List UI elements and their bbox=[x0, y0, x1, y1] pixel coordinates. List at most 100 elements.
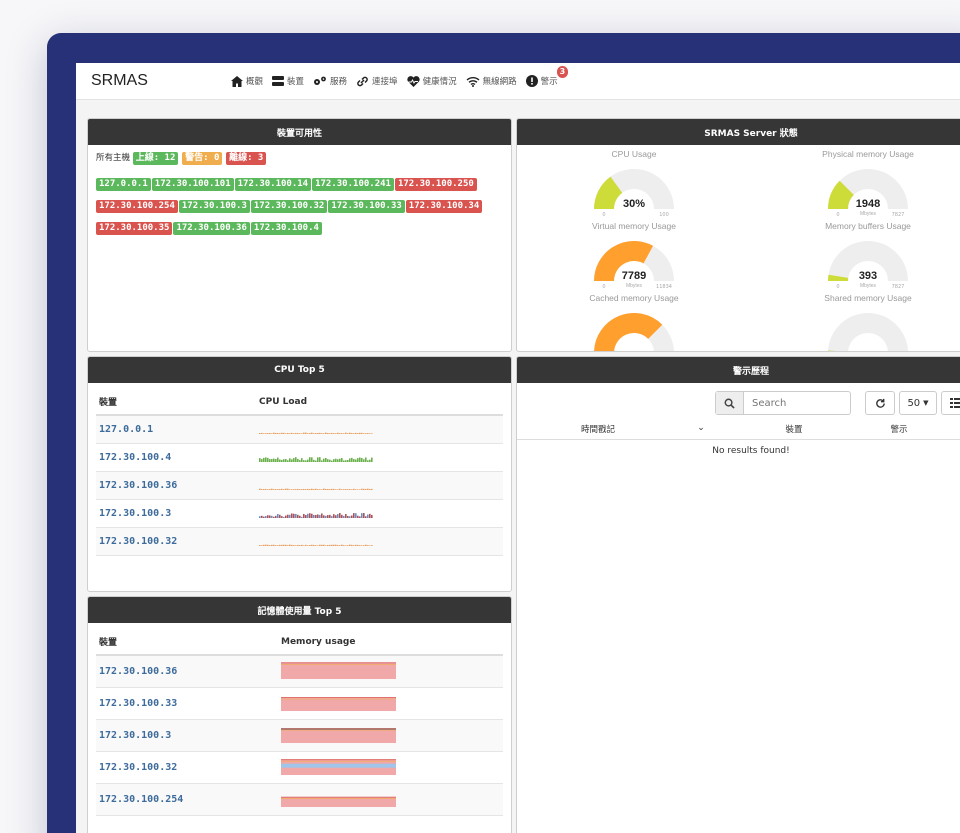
search-box bbox=[715, 391, 851, 415]
host-tag[interactable]: 127.0.0.1 bbox=[96, 178, 151, 191]
gauge-fill bbox=[594, 313, 663, 351]
memory-chart bbox=[281, 697, 396, 711]
col-device: 裝置 bbox=[96, 629, 278, 656]
server-icon bbox=[272, 76, 285, 86]
gauge-unit: Mbytes bbox=[626, 283, 643, 289]
warn-count-badge[interactable]: 警告: 0 bbox=[182, 152, 223, 165]
gauge-arc bbox=[828, 313, 908, 351]
alert-history-panel: 警示歷程 50 ▼ 時 bbox=[516, 356, 960, 833]
table-row[interactable]: 172.30.100.32 bbox=[96, 751, 503, 784]
table-row[interactable]: 172.30.100.33 bbox=[96, 687, 503, 720]
gauge-arc: 1948Mbytes 0 7827 bbox=[828, 169, 908, 217]
gauge-value: 30% bbox=[623, 198, 645, 210]
memory-usage-cell bbox=[278, 655, 503, 688]
table-row[interactable]: 127.0.0.1 bbox=[96, 415, 503, 444]
gauge-title: CPU Usage bbox=[611, 149, 657, 159]
table-row[interactable]: 172.30.100.3 bbox=[96, 499, 503, 528]
device-link[interactable]: 172.30.100.32 bbox=[96, 527, 256, 556]
nav-item-server[interactable]: 裝置 bbox=[272, 75, 304, 87]
cpu-load-cell bbox=[256, 443, 503, 472]
page-size-dropdown[interactable]: 50 ▼ bbox=[899, 391, 937, 415]
table-row[interactable]: 172.30.100.36 bbox=[96, 655, 503, 688]
search-input[interactable] bbox=[744, 397, 850, 409]
cpu-sparkline bbox=[259, 488, 373, 490]
nav-label: 服務 bbox=[330, 77, 348, 87]
host-tag[interactable]: 172.30.100.34 bbox=[405, 200, 483, 213]
gauge-max: 7827 bbox=[892, 212, 905, 217]
gauge-arc: 393Mbytes 0 7827 bbox=[828, 241, 908, 289]
memory-usage-cell bbox=[278, 719, 503, 752]
wifi-icon bbox=[466, 76, 480, 87]
host-tag[interactable]: 172.30.100.32 bbox=[250, 200, 328, 213]
nav-item-heartbeat[interactable]: 健康情況 bbox=[406, 75, 457, 87]
device-link[interactable]: 172.30.100.36 bbox=[96, 655, 278, 688]
gauge-arc: 7789Mbytes 0 11834 bbox=[594, 241, 674, 289]
memory-usage-cell bbox=[278, 687, 503, 720]
gauge-fill bbox=[828, 180, 855, 210]
device-link[interactable]: 172.30.100.3 bbox=[96, 719, 278, 752]
host-tag[interactable]: 172.30.100.241 bbox=[312, 178, 394, 191]
device-link[interactable]: 172.30.100.36 bbox=[96, 471, 256, 500]
table-row[interactable]: 172.30.100.254 bbox=[96, 783, 503, 816]
host-tag[interactable]: 172.30.100.35 bbox=[96, 222, 173, 235]
host-tag[interactable]: 172.30.100.3 bbox=[178, 200, 250, 213]
nav-item-wifi[interactable]: 無線網路 bbox=[466, 75, 517, 87]
columns-toggle-button[interactable] bbox=[941, 391, 960, 415]
host-tag[interactable]: 172.30.100.254 bbox=[96, 200, 178, 213]
host-tag[interactable]: 172.30.100.101 bbox=[151, 178, 234, 191]
gauge-memory-buffers-usage: Memory buffers Usage 393 Mbytes 0 7827 bbox=[751, 221, 960, 289]
brand-logo[interactable]: SRMAS bbox=[91, 72, 231, 90]
col-device: 裝置 bbox=[96, 389, 256, 416]
nav-item-alert[interactable]: 警示 3 bbox=[525, 66, 569, 87]
memory-top-panel: 記憶體使用量 Top 5 裝置 Memory usage 172.30.100.… bbox=[87, 596, 512, 833]
sort-chevron-icon[interactable]: ⌄ bbox=[673, 423, 729, 435]
host-tag[interactable]: 172.30.100.4 bbox=[250, 222, 322, 235]
nav-item-home[interactable]: 概觀 bbox=[231, 75, 263, 87]
table-row[interactable]: 172.30.100.4 bbox=[96, 443, 503, 472]
host-summary: 所有主機 上線: 12 警告: 0 離線: 3 bbox=[96, 151, 503, 167]
table-row[interactable]: 172.30.100.32 bbox=[96, 527, 503, 556]
gauge-physical-memory-usage: Physical memory Usage 1948 Mbytes 0 7827 bbox=[751, 149, 960, 217]
all-hosts-label: 所有主機 bbox=[96, 153, 131, 163]
host-tag[interactable]: 172.30.100.250 bbox=[394, 178, 477, 191]
availability-title: 裝置可用性 bbox=[88, 119, 511, 145]
device-link[interactable]: 172.30.100.32 bbox=[96, 751, 278, 784]
host-tag[interactable]: 172.30.100.33 bbox=[328, 200, 405, 213]
device-link[interactable]: 127.0.0.1 bbox=[96, 415, 256, 444]
memory-usage-cell bbox=[278, 751, 503, 784]
refresh-button[interactable] bbox=[865, 391, 895, 415]
device-link[interactable]: 172.30.100.254 bbox=[96, 783, 278, 816]
gauge-unit: Mbytes bbox=[860, 211, 877, 217]
gears-icon bbox=[313, 76, 327, 86]
down-count-badge[interactable]: 離線: 3 bbox=[226, 152, 267, 165]
list-icon bbox=[949, 398, 960, 408]
table-row[interactable]: 172.30.100.3 bbox=[96, 719, 503, 752]
gauge-shared-memory-usage: Shared memory Usage bbox=[751, 293, 960, 351]
host-tag-list: 127.0.0.1 172.30.100.101 172.30.100.14 172.… bbox=[96, 171, 503, 237]
alert-table-header: 時間戳記 ⌄ 裝置 警示 bbox=[517, 419, 960, 440]
page-size-value: 50 bbox=[907, 397, 921, 409]
device-link[interactable]: 172.30.100.4 bbox=[96, 443, 256, 472]
device-link[interactable]: 172.30.100.33 bbox=[96, 687, 278, 720]
memory-top-title: 記憶體使用量 Top 5 bbox=[88, 597, 511, 623]
cpu-top-table: 裝置 CPU Load 127.0.0.1 172.30.100.4 172.30.… bbox=[96, 389, 503, 556]
nav-item-link[interactable]: 連接埠 bbox=[356, 75, 398, 87]
table-row[interactable]: 172.30.100.36 bbox=[96, 471, 503, 500]
gauge-title: Cached memory Usage bbox=[589, 293, 679, 303]
gauge-title: Virtual memory Usage bbox=[592, 221, 676, 231]
server-status-panel: SRMAS Server 狀態 CPU Usage 30% 0 100 Physical… bbox=[516, 118, 960, 352]
host-tag[interactable]: 172.30.100.36 bbox=[173, 222, 250, 235]
nav-item-gears[interactable]: 服務 bbox=[313, 75, 347, 87]
up-count-badge[interactable]: 上線: 12 bbox=[132, 152, 179, 165]
gauge-title: Memory buffers Usage bbox=[825, 221, 911, 231]
nav-label: 裝置 bbox=[287, 77, 305, 87]
host-tag[interactable]: 172.30.100.14 bbox=[234, 178, 312, 191]
device-link[interactable]: 172.30.100.3 bbox=[96, 499, 256, 528]
col-alert[interactable]: 警示 bbox=[859, 423, 939, 435]
gauge-min: 0 bbox=[602, 284, 605, 289]
gauge-arc: 30% 0 100 bbox=[594, 169, 674, 217]
gauge-min: 0 bbox=[836, 284, 839, 289]
col-device[interactable]: 裝置 bbox=[729, 423, 859, 435]
nav-label: 健康情況 bbox=[422, 77, 457, 87]
col-timestamp[interactable]: 時間戳記 bbox=[523, 423, 673, 435]
